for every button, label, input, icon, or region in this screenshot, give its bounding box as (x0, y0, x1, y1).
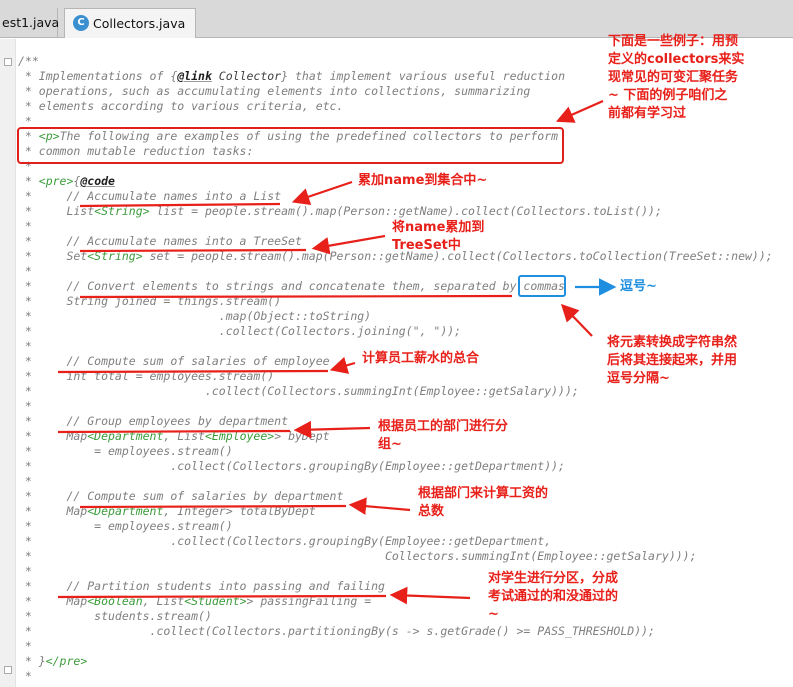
arrow-sum-by-dept (348, 497, 411, 515)
arrow-joining (560, 303, 593, 337)
arrow-to-list (291, 180, 353, 206)
underline-group (57, 429, 291, 434)
arrow-partition (389, 586, 471, 605)
arrow-to-treeset (311, 234, 386, 255)
note-partition: 对学生进行分区，分成 考试通过的和没通过的 ~ (488, 571, 619, 622)
underline-partition (57, 594, 387, 599)
underline-sum-by-dept (79, 504, 347, 509)
note-to-list: 累加name到集合中~ (358, 173, 488, 188)
note-joining: 将元素转换成字符串然 后将其连接起来，并用 逗号分隔~ (607, 335, 738, 386)
underline-to-list (79, 202, 281, 208)
arrow-sum (329, 356, 356, 374)
underline-to-treeset (79, 248, 307, 253)
arrow-intro (555, 99, 604, 123)
note-sum-by-dept: 根据部门来计算工资的 总数 (418, 486, 549, 519)
underline-sum (57, 369, 329, 374)
note-sum: 计算员工薪水的总合 (362, 351, 480, 366)
note-to-treeset: 将name累加到 TreeSet中 (392, 220, 485, 253)
note-intro: 下面是一些例子：用预 定义的collectors来实 现常见的可变汇聚任务 ~ … (608, 34, 745, 121)
arrow-group (293, 420, 371, 439)
note-group: 根据员工的部门进行分 组~ (378, 419, 509, 452)
underline-convert (79, 294, 513, 299)
note-comma: 逗号~ (620, 279, 657, 294)
